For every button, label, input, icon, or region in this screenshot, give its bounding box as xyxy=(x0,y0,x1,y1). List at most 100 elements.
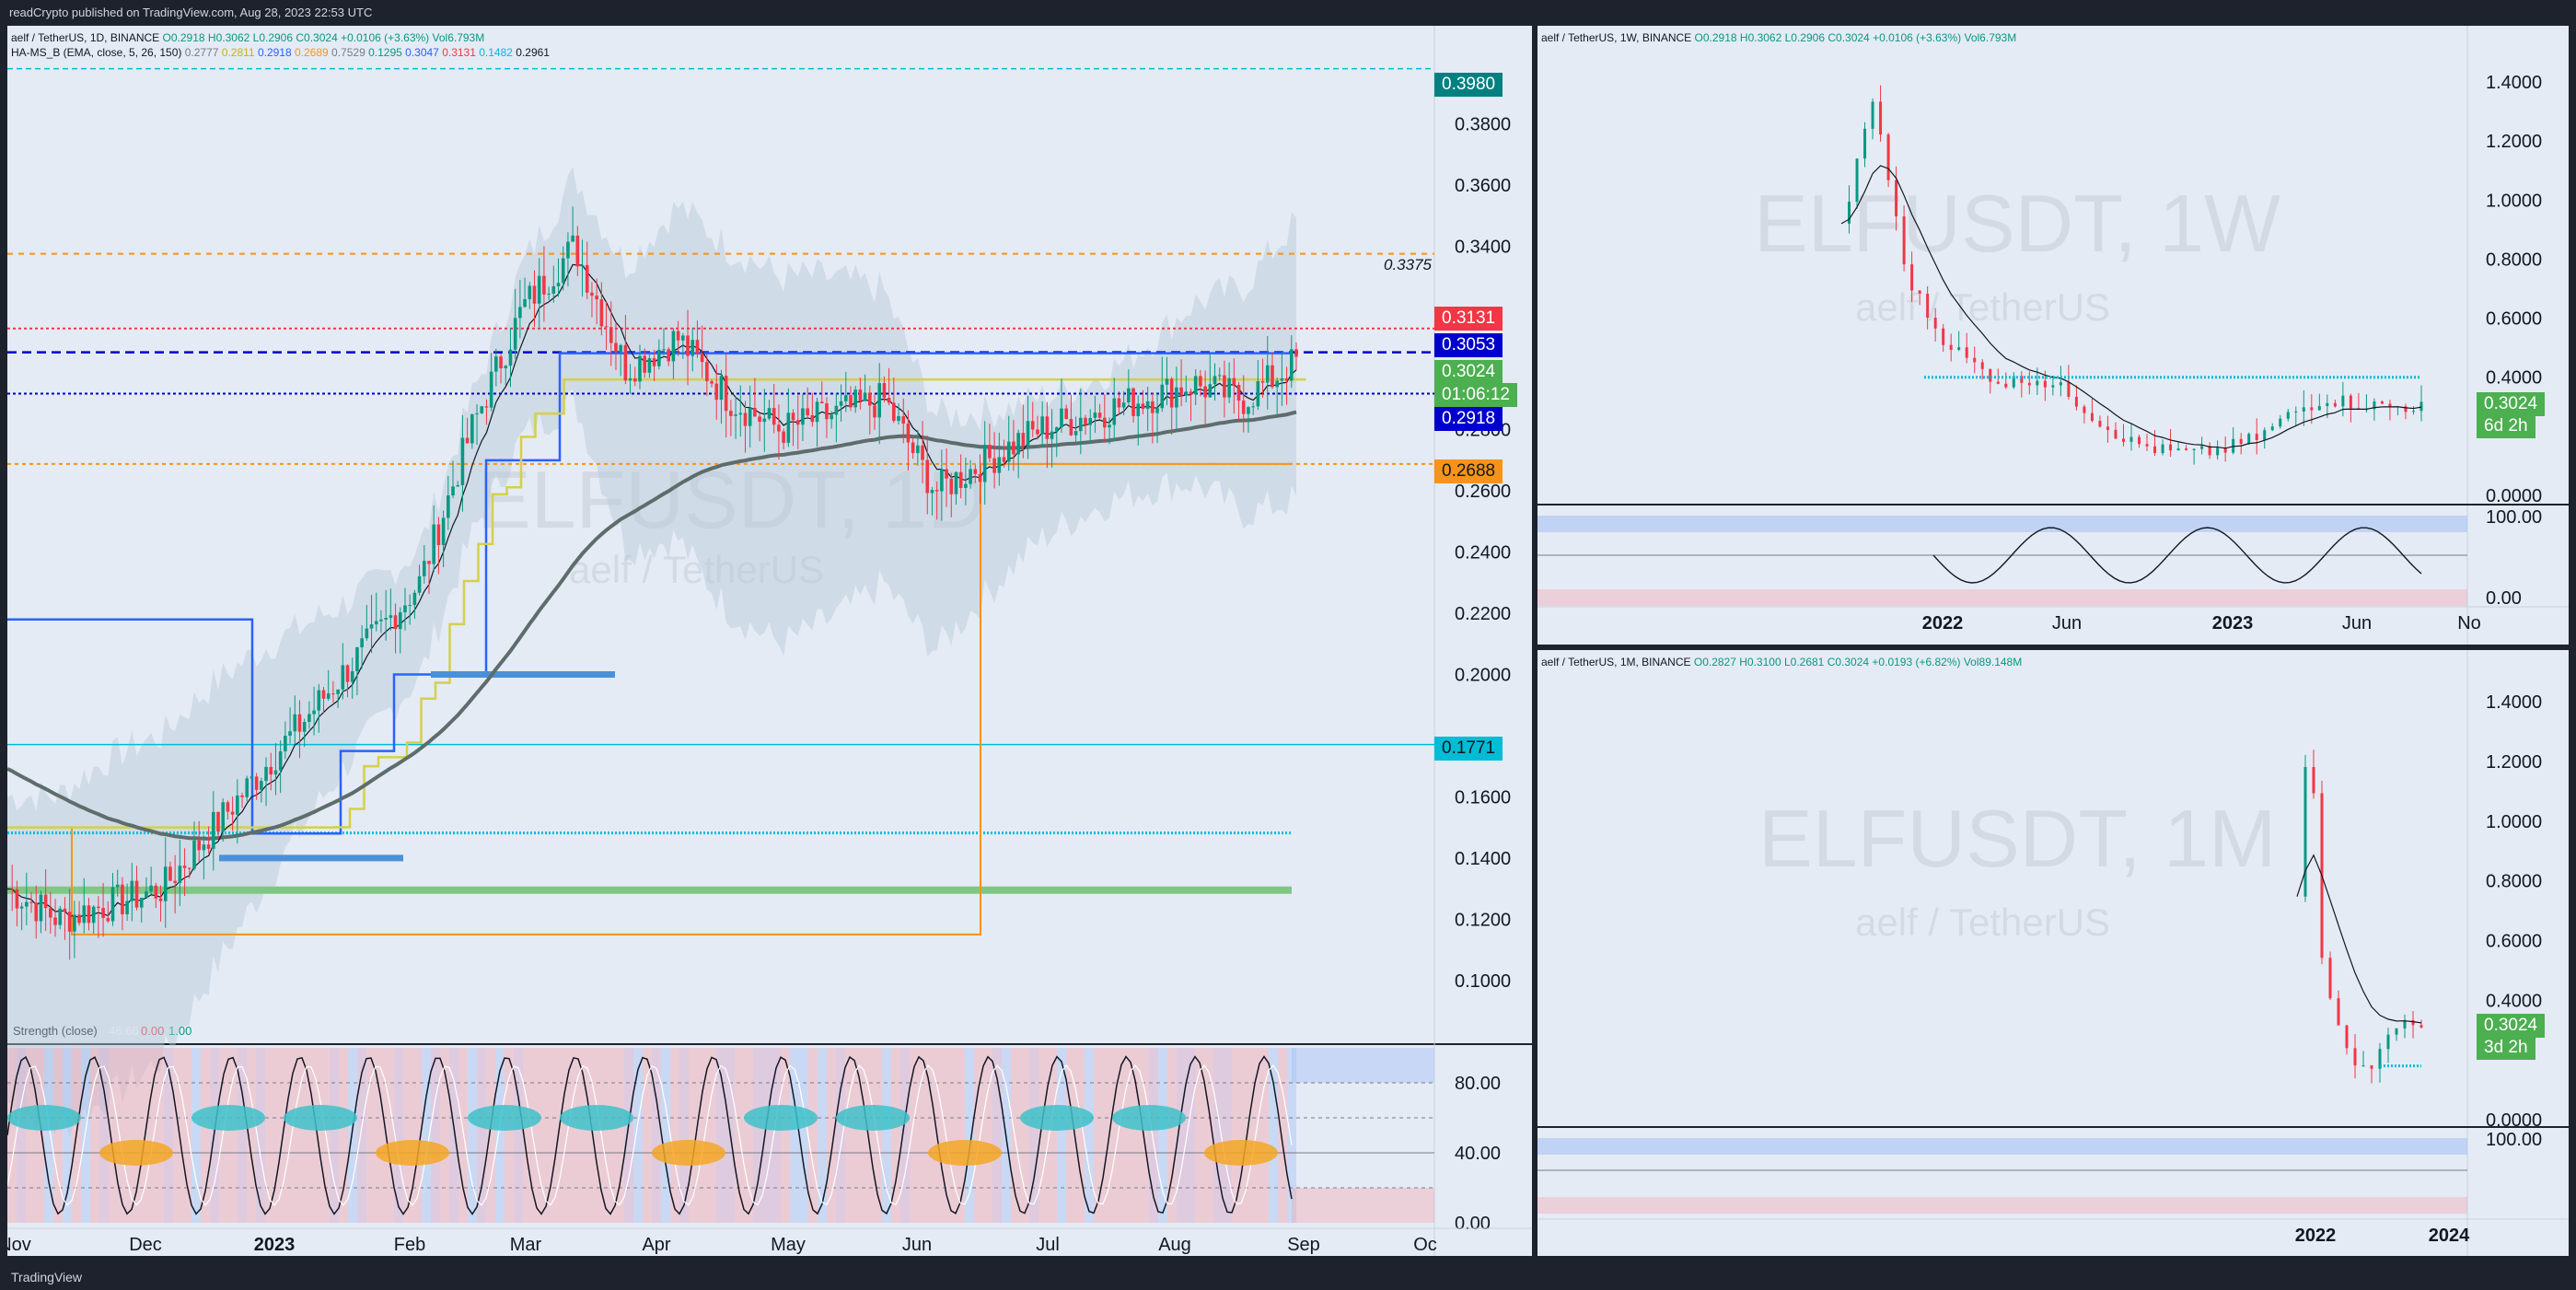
candle-body xyxy=(254,776,259,790)
candle-body xyxy=(58,908,63,925)
candle-body xyxy=(978,473,982,482)
candle-body xyxy=(460,437,465,485)
candle-body xyxy=(1026,421,1030,447)
osc-stripe xyxy=(900,1048,910,1223)
candle-body xyxy=(436,524,441,545)
candle-body xyxy=(2411,411,2415,413)
candle-body xyxy=(595,296,598,300)
candle-body xyxy=(911,442,915,454)
candle-body xyxy=(173,880,177,883)
monthly-price-chart[interactable]: ELFUSDT, 1M aelf / TetherUS 1.4000 1.2000… xyxy=(1537,650,2569,1256)
candle-body xyxy=(249,776,254,779)
candle-body xyxy=(982,444,987,482)
candle-body xyxy=(1895,180,1898,216)
price-tag-3980: 0.3980 xyxy=(1434,73,1503,97)
candle-body xyxy=(1251,406,1255,408)
candle-body xyxy=(2361,1065,2365,1067)
price-tick-label: 0.2200 xyxy=(1455,604,1511,624)
candle-body xyxy=(949,478,954,494)
candle-body xyxy=(2270,426,2274,431)
osc-stripe xyxy=(587,1048,597,1223)
candle-body xyxy=(2059,382,2062,386)
osc-cloud-blob xyxy=(652,1140,725,1166)
candle-body xyxy=(317,690,321,711)
candle-body xyxy=(2380,401,2384,404)
osc-stripe xyxy=(1158,1048,1167,1223)
candle-body xyxy=(643,355,646,373)
candle-body xyxy=(43,894,48,909)
osc-stripe xyxy=(845,1048,854,1223)
candle-body xyxy=(734,414,737,416)
candle-body xyxy=(762,418,767,423)
candle-body xyxy=(260,781,263,790)
candle-body xyxy=(849,395,853,408)
candle-body xyxy=(236,795,239,815)
candle-body xyxy=(1117,398,1121,408)
candle-body xyxy=(2326,402,2329,407)
candle-body xyxy=(1006,441,1011,462)
osc-cloud-blob xyxy=(744,1105,818,1131)
candle-body xyxy=(1127,388,1131,403)
candle-body xyxy=(806,408,809,415)
osc-stripe xyxy=(1085,1048,1094,1223)
candle-body xyxy=(623,344,628,381)
candle-body xyxy=(830,414,833,420)
candle-body xyxy=(632,378,637,382)
candle-body xyxy=(786,413,791,443)
weekly-chart-panel[interactable]: aelf / TetherUS, 1W, BINANCE O0.2918 H0.… xyxy=(1537,26,2569,645)
osc-stripe xyxy=(366,1048,376,1223)
monthly-countdown-tag: 3d 2h xyxy=(2477,1036,2535,1060)
candle-body xyxy=(278,750,283,771)
price-tick-label: 0.1200 xyxy=(1455,910,1511,930)
tradingview-logo: TradingView xyxy=(11,1270,83,1284)
time-tick-label: 2022 xyxy=(1922,613,1964,633)
candle-body xyxy=(1151,401,1155,413)
price-tick-label: 0.3800 xyxy=(1455,114,1511,134)
candle-body xyxy=(1910,264,1914,291)
candle-body xyxy=(1193,376,1198,395)
candle-body xyxy=(825,403,829,420)
candle-body xyxy=(556,283,561,286)
osc-lower-zone xyxy=(1537,589,2467,606)
candle-body xyxy=(77,914,81,924)
candle-body xyxy=(1217,375,1222,377)
osc-stripe xyxy=(431,1048,440,1223)
osc-stripe xyxy=(1223,1048,1232,1223)
candle-body xyxy=(312,710,316,715)
daily-price-chart[interactable]: ELFUSDT, 1D aelf / TetherUS 0.3375 Stren… xyxy=(7,26,1532,1256)
monthly-chart-panel[interactable]: aelf / TetherUS, 1M, BINANCE O0.2827 H0.… xyxy=(1537,650,2569,1256)
candle-body xyxy=(326,693,331,699)
candle-body xyxy=(321,690,326,699)
candle-body xyxy=(456,484,460,487)
candle-body xyxy=(369,624,374,629)
candle-body xyxy=(82,905,87,924)
candle-body xyxy=(484,406,489,408)
candle-body xyxy=(551,285,556,294)
osc-stripe xyxy=(790,1048,799,1223)
candle-body xyxy=(2345,1025,2349,1049)
candle-body xyxy=(489,371,493,408)
candle-body xyxy=(671,331,676,362)
candle-body xyxy=(245,778,249,797)
candle-body xyxy=(858,389,863,401)
candle-body xyxy=(843,395,848,401)
candle-body xyxy=(705,362,709,382)
candle-body xyxy=(67,912,72,932)
daily-chart-panel[interactable]: aelf / TetherUS, 1D, BINANCE O0.2918 H0.… xyxy=(7,26,1532,1256)
time-tick-label: Apr xyxy=(642,1235,670,1255)
candle-body xyxy=(374,621,378,625)
osc-stripe xyxy=(477,1048,486,1223)
osc-stripe xyxy=(90,1048,99,1223)
candle-body xyxy=(714,383,719,401)
osc-stripe xyxy=(772,1048,781,1223)
osc-stripe xyxy=(965,1048,974,1223)
candle-body xyxy=(1002,457,1006,462)
osc-stripe xyxy=(514,1048,523,1223)
candle-body xyxy=(206,844,211,849)
candle-body xyxy=(1265,365,1270,383)
weekly-price-chart[interactable]: ELFUSDT, 1W aelf / TetherUS 1.4000 1.2000… xyxy=(1537,26,2569,645)
candle-body xyxy=(1203,386,1207,398)
candle-body xyxy=(398,612,402,630)
daily-cloud-band xyxy=(7,167,1296,1138)
candle-body xyxy=(1088,417,1093,425)
